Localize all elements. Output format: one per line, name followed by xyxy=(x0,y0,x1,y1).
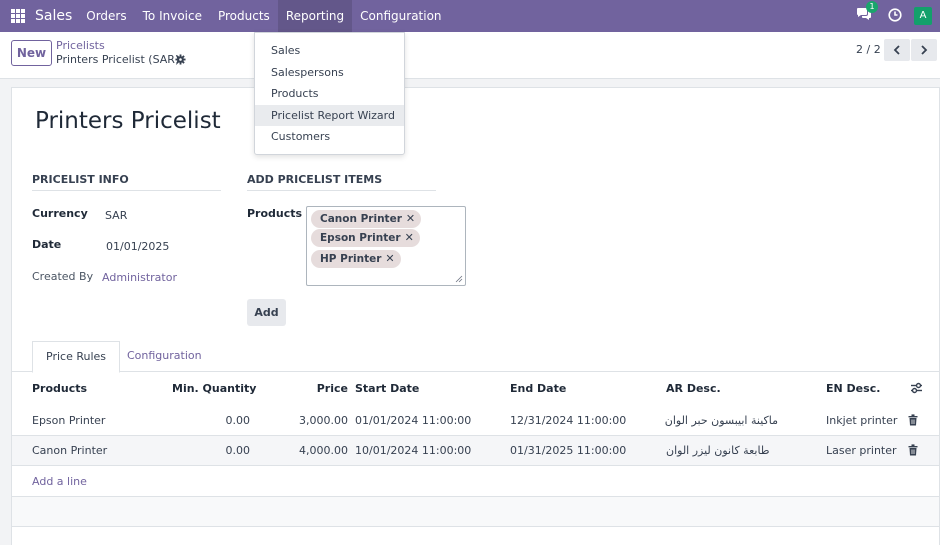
currency-field[interactable]: SAR xyxy=(105,209,127,222)
cell-end-date[interactable]: 01/31/2025 11:00:00 xyxy=(510,444,626,457)
product-tag-label: HP Printer xyxy=(320,253,382,265)
menu-to-invoice[interactable]: To Invoice xyxy=(135,0,210,32)
form-sheet: Printers Pricelist PRICELIST INFO ADD PR… xyxy=(11,87,940,545)
add-line-row: Add a line xyxy=(12,466,939,497)
cell-min-quantity[interactable]: 0.00 xyxy=(172,444,251,457)
cell-min-quantity[interactable]: 0.00 xyxy=(172,414,251,427)
chat-icon[interactable]: 1 xyxy=(856,1,878,25)
add-button[interactable]: Add xyxy=(247,299,286,326)
date-field[interactable]: 01/01/2025 xyxy=(106,240,169,253)
empty-row xyxy=(12,497,939,527)
column-settings-icon[interactable] xyxy=(910,382,923,394)
products-label: Products xyxy=(247,207,303,220)
dropdown-item-pricelist-report-wizard[interactable]: Pricelist Report Wizard xyxy=(255,105,404,126)
product-tag: Canon Printer ✕ xyxy=(311,210,422,228)
gear-icon[interactable] xyxy=(175,54,186,65)
add-a-line-link[interactable]: Add a line xyxy=(32,475,87,488)
pricelist-title[interactable]: Printers Pricelist xyxy=(35,108,221,134)
trash-icon[interactable] xyxy=(908,444,918,456)
column-en-desc[interactable]: EN Desc. xyxy=(826,382,880,395)
table-row[interactable]: Canon Printer 0.00 4,000.00 10/01/2024 1… xyxy=(12,436,939,466)
currency-label: Currency xyxy=(32,207,88,220)
product-tag-label: Epson Printer xyxy=(320,232,401,244)
cell-product[interactable]: Canon Printer xyxy=(32,444,107,457)
column-ar-desc[interactable]: AR Desc. xyxy=(666,382,721,395)
dropdown-item-customers[interactable]: Customers xyxy=(255,126,404,147)
chat-badge: 1 xyxy=(866,1,878,13)
cell-start-date[interactable]: 10/01/2024 11:00:00 xyxy=(355,444,471,457)
resize-handle-icon[interactable] xyxy=(455,275,463,283)
remove-tag-icon[interactable]: ✕ xyxy=(406,212,415,225)
section-add-items: ADD PRICELIST ITEMS xyxy=(247,173,436,191)
reporting-dropdown-menu: Sales Salespersons Products Pricelist Re… xyxy=(254,32,405,155)
column-price[interactable]: Price xyxy=(292,382,348,395)
dropdown-item-sales[interactable]: Sales xyxy=(255,40,404,61)
cell-ar-desc[interactable]: ماكينة ابيبسون حبر الوان xyxy=(665,414,778,427)
section-pricelist-info: PRICELIST INFO xyxy=(32,173,221,191)
trash-icon[interactable] xyxy=(908,414,918,426)
cell-start-date[interactable]: 01/01/2024 11:00:00 xyxy=(355,414,471,427)
cell-price[interactable]: 3,000.00 xyxy=(278,414,348,427)
control-panel: New Pricelists Printers Pricelist (SAR) … xyxy=(0,32,940,79)
created-by-label: Created By xyxy=(32,270,94,283)
tab-price-rules[interactable]: Price Rules xyxy=(32,341,121,373)
created-by-field[interactable]: Administrator xyxy=(102,271,177,284)
tab-configuration[interactable]: Configuration xyxy=(114,341,215,373)
chevron-left-icon xyxy=(893,45,900,55)
cell-price[interactable]: 4,000.00 xyxy=(278,444,348,457)
menu-orders[interactable]: Orders xyxy=(78,0,134,32)
column-min-quantity[interactable]: Min. Quantity xyxy=(172,382,256,395)
pager-value[interactable]: 2 / 2 xyxy=(856,43,881,56)
cell-product[interactable]: Epson Printer xyxy=(32,414,105,427)
column-products[interactable]: Products xyxy=(32,382,87,395)
menu-configuration[interactable]: Configuration xyxy=(352,0,449,32)
product-tag-label: Canon Printer xyxy=(320,213,402,225)
column-end-date[interactable]: End Date xyxy=(510,382,566,395)
cell-ar-desc[interactable]: طابعة كانون ليزر الوان xyxy=(666,444,770,457)
breadcrumb-pricelists[interactable]: Pricelists xyxy=(56,39,105,52)
user-avatar[interactable]: A xyxy=(914,7,932,25)
column-start-date[interactable]: Start Date xyxy=(355,382,419,395)
cell-en-desc[interactable]: Inkjet printer xyxy=(826,414,897,427)
pager-previous-button[interactable] xyxy=(884,39,910,61)
pager-next-button[interactable] xyxy=(911,39,937,61)
cell-end-date[interactable]: 12/31/2024 11:00:00 xyxy=(510,414,626,427)
menu-reporting[interactable]: Reporting xyxy=(277,0,353,32)
notebook-tabs: Price Rules Configuration xyxy=(12,341,939,373)
top-navbar: Sales Orders To Invoice Products Reporti… xyxy=(0,0,940,32)
remove-tag-icon[interactable]: ✕ xyxy=(405,231,414,244)
menu-products[interactable]: Products xyxy=(210,0,278,32)
apps-menu-icon[interactable] xyxy=(11,9,25,23)
dropdown-item-salespersons[interactable]: Salespersons xyxy=(255,62,404,83)
product-tag: HP Printer ✕ xyxy=(311,250,401,268)
product-tag: Epson Printer ✕ xyxy=(311,229,420,247)
chevron-right-icon xyxy=(921,45,928,55)
table-row[interactable]: Epson Printer 0.00 3,000.00 01/01/2024 1… xyxy=(12,406,939,436)
dropdown-item-products[interactable]: Products xyxy=(255,83,404,104)
products-tags-field[interactable]: Canon Printer ✕ Epson Printer ✕ HP Printer… xyxy=(306,206,466,286)
activity-clock-icon[interactable] xyxy=(888,8,904,24)
remove-tag-icon[interactable]: ✕ xyxy=(385,252,394,265)
app-name[interactable]: Sales xyxy=(35,8,72,24)
breadcrumb-current: Printers Pricelist (SAR) xyxy=(56,53,180,66)
date-label: Date xyxy=(32,238,62,251)
cell-en-desc[interactable]: Laser printer xyxy=(826,444,897,457)
new-button[interactable]: New xyxy=(11,40,52,66)
